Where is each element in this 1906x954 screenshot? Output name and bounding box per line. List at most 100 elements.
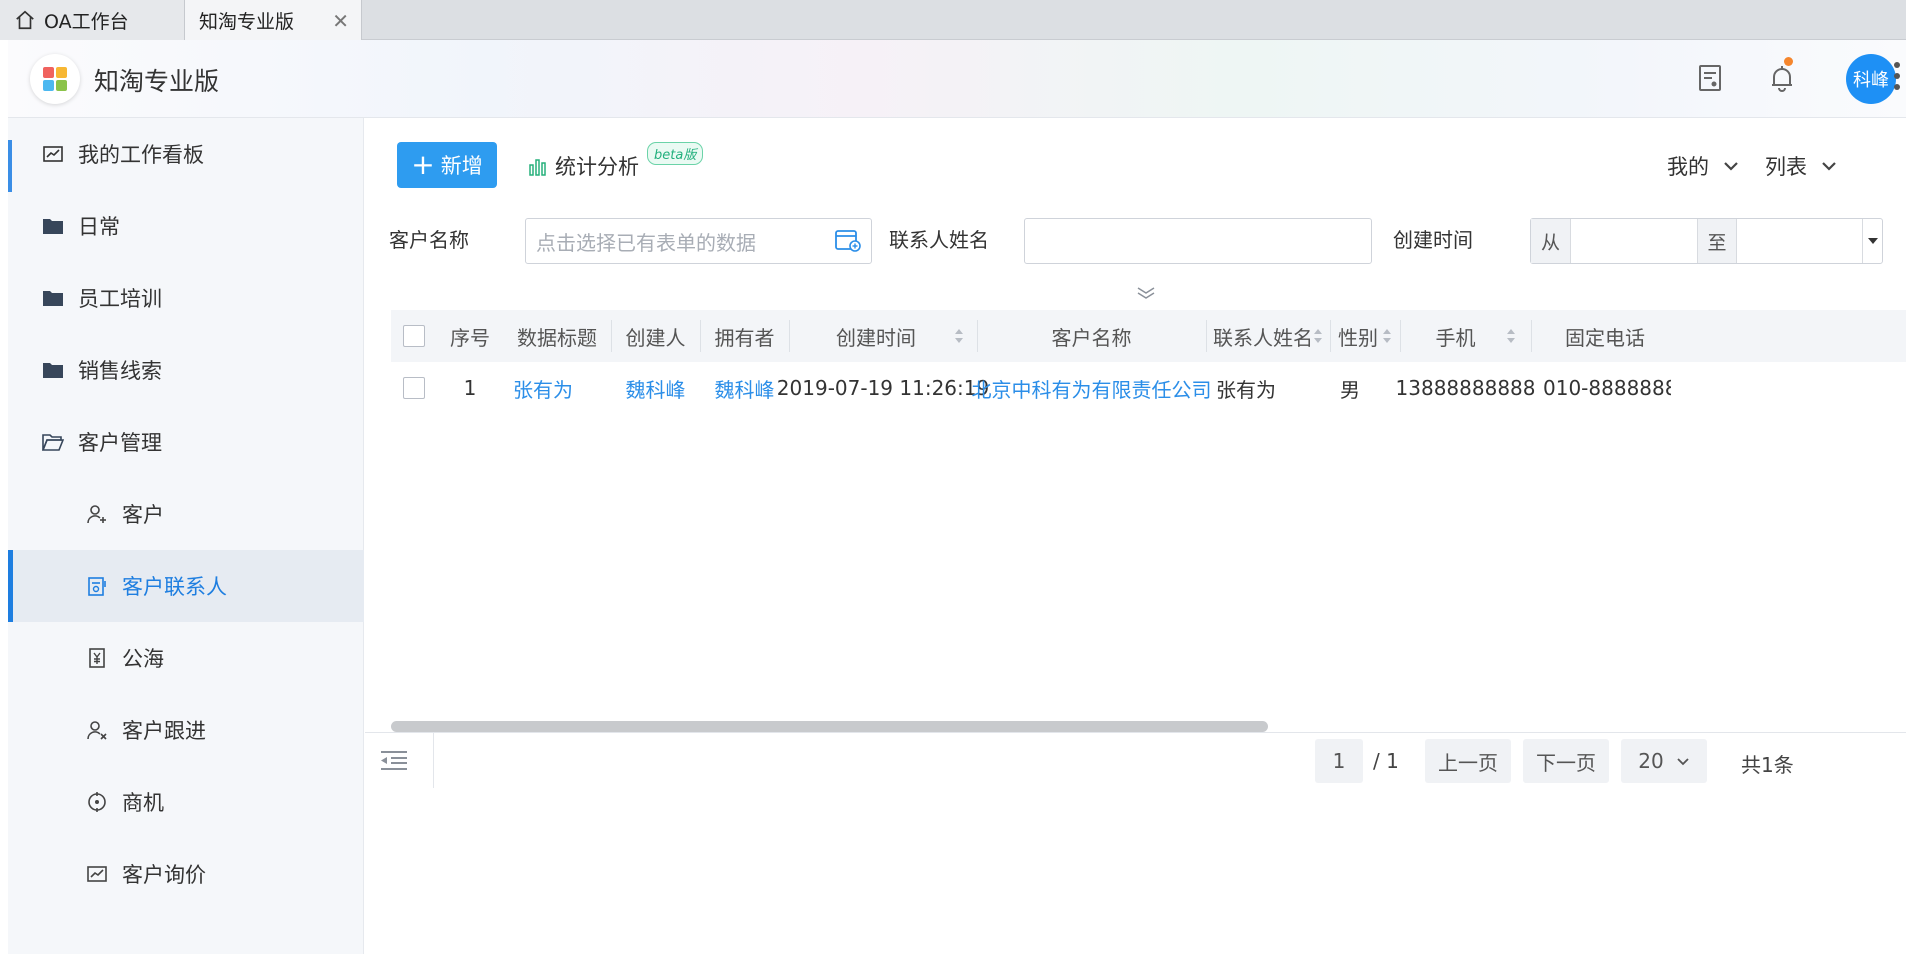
folder-icon [43, 363, 63, 378]
expand-filters-icon[interactable] [1135, 286, 1157, 300]
cell-landline: 010-8888888 [1543, 376, 1671, 400]
target-icon [88, 792, 106, 812]
prev-page-button[interactable]: 上一页 [1425, 739, 1511, 783]
contact-name-filter-label: 联系人姓名 [889, 228, 989, 252]
sidebar-item-opportunity[interactable]: 商机 [8, 766, 364, 838]
more-menu-icon[interactable] [1894, 62, 1902, 98]
sidebar-item-label: 销售线索 [78, 359, 162, 383]
app-title: 知淘专业版 [94, 67, 220, 96]
cell-title-link[interactable]: 张有为 [503, 362, 611, 414]
sort-icon[interactable] [1506, 328, 1516, 344]
user-avatar[interactable]: 科峰 [1846, 54, 1896, 104]
trend-chart-icon [87, 866, 107, 882]
column-header-created-time-label: 创建时间 [836, 325, 916, 350]
footer-blank-area [365, 788, 1906, 954]
approval-doc-icon[interactable] [1692, 60, 1728, 96]
cell-customer-name-link[interactable]: 北京中科有为有限责任公司 [972, 362, 1212, 414]
select-all-cell [391, 310, 437, 362]
sidebar-item-daily[interactable]: 日常 [8, 190, 364, 262]
sort-icon[interactable] [954, 328, 964, 344]
column-header-mobile[interactable]: 手机 [1400, 310, 1531, 362]
select-all-checkbox[interactable] [403, 325, 425, 347]
sidebar-item-label: 客户跟进 [122, 719, 206, 743]
sidebar-item-label: 客户管理 [78, 431, 162, 455]
total-pages: / 1 [1373, 749, 1399, 773]
horizontal-scrollbar[interactable] [391, 721, 1268, 732]
caret-down-icon [1867, 238, 1878, 244]
sidebar-item-follow-up[interactable]: 客户跟进 [8, 694, 364, 766]
table-row[interactable]: 1 张有为 魏科峰 魏科峰 2019-07-19 11:26:19 北京中科有为… [391, 362, 1906, 414]
column-header-owner[interactable]: 拥有者 [700, 310, 789, 362]
pagination-bar: 1 / 1 上一页 下一页 20 共1条 [365, 732, 1906, 789]
column-header-seq: 序号 [450, 325, 490, 350]
sidebar-item-customer-mgmt[interactable]: 客户管理 [8, 406, 364, 478]
customer-name-placeholder: 点击选择已有表单的数据 [536, 230, 756, 255]
tab-zhitao-pro[interactable]: 知淘专业版 ✕ [185, 0, 362, 40]
page-size-select[interactable]: 20 [1621, 739, 1707, 783]
chevron-down-icon [1822, 162, 1836, 171]
footer-divider [433, 733, 434, 789]
column-header-contact-name[interactable]: 联系人姓名 [1206, 310, 1330, 362]
bell-icon[interactable] [1764, 60, 1800, 96]
sidebar-item-label: 公海 [122, 647, 164, 671]
close-tab-icon[interactable]: ✕ [332, 9, 349, 33]
folder-icon [43, 291, 63, 306]
view-mode-dropdown[interactable]: 列表 [1765, 148, 1837, 184]
scope-dropdown-label: 我的 [1667, 155, 1709, 179]
sidebar-item-training[interactable]: 员工培训 [8, 262, 364, 334]
next-page-button[interactable]: 下一页 [1523, 739, 1609, 783]
sidebar-item-public-pool[interactable]: 公海 [8, 622, 364, 694]
column-header-creator[interactable]: 创建人 [611, 310, 700, 362]
row-select-cell [391, 362, 437, 414]
sidebar-item-work-board[interactable]: 我的工作看板 [8, 118, 364, 190]
current-page-input[interactable]: 1 [1315, 739, 1363, 783]
column-header-gender[interactable]: 性别 [1330, 310, 1400, 362]
tab-oa-workbench-label: OA工作台 [44, 10, 129, 33]
tab-zhitao-pro-label: 知淘专业版 [199, 10, 295, 33]
sidebar-item-inquiry[interactable]: 客户询价 [8, 838, 364, 910]
contact-name-filter-input[interactable] [1024, 218, 1372, 264]
column-header-title[interactable]: 数据标题 [503, 310, 611, 362]
sidebar-item-sales-leads[interactable]: 销售线索 [8, 334, 364, 406]
stats-analysis-link[interactable]: 统计分析 [527, 148, 639, 184]
column-header-landline[interactable]: 固定电话 [1531, 310, 1671, 362]
sort-icon[interactable] [1382, 328, 1392, 344]
app-logo [30, 54, 80, 104]
cell-created-time: 2019-07-19 11:26:19 [776, 376, 990, 400]
sidebar-item-label: 商机 [122, 791, 164, 815]
cell-creator-link[interactable]: 魏科峰 [611, 362, 700, 414]
add-button[interactable]: + 新增 [397, 142, 497, 188]
sidebar-item-customer-contacts[interactable]: 客户联系人 [8, 550, 364, 622]
scope-dropdown[interactable]: 我的 [1667, 148, 1739, 184]
tab-oa-workbench[interactable]: OA工作台 [0, 0, 185, 40]
view-mode-label: 列表 [1765, 155, 1807, 179]
date-to-input[interactable] [1737, 219, 1862, 263]
chevron-down-icon [1677, 757, 1689, 765]
sort-icon[interactable] [1313, 328, 1323, 344]
sidebar-item-customer[interactable]: 客户 [8, 478, 364, 550]
cell-mobile: 13888888888 [1395, 376, 1536, 400]
date-range-dropdown[interactable] [1862, 219, 1882, 263]
date-from-input[interactable] [1571, 219, 1697, 263]
created-time-range: 从 至 [1530, 218, 1883, 264]
contact-card-icon [88, 577, 106, 596]
collapse-sidebar-icon[interactable] [379, 749, 409, 771]
sidebar-item-label: 客户询价 [122, 863, 206, 887]
column-header-customer-name[interactable]: 客户名称 [977, 310, 1206, 362]
cell-contact-name: 张有为 [1216, 377, 1276, 402]
row-checkbox[interactable] [403, 377, 425, 399]
sidebar: 我的工作看板 日常 员工培训 销售线索 客户管理 客户 客户联系人 公海 客户跟… [8, 118, 364, 954]
add-button-label: 新增 [440, 154, 483, 178]
cell-gender: 男 [1340, 377, 1360, 402]
select-form-data-icon[interactable] [835, 229, 861, 253]
cell-owner-link[interactable]: 魏科峰 [700, 362, 789, 414]
user-plus-icon [87, 505, 106, 524]
table-header: 序号 数据标题 创建人 拥有者 创建时间 客户名称 联系人姓名 性别 手机 固定… [391, 310, 1906, 362]
customer-name-filter-input[interactable]: 点击选择已有表单的数据 [525, 218, 872, 264]
sidebar-item-label: 我的工作看板 [78, 143, 204, 167]
sidebar-item-label: 日常 [78, 215, 120, 239]
column-header-created-time[interactable]: 创建时间 [789, 310, 977, 362]
beta-badge: beta版 [647, 142, 704, 165]
chevron-down-icon [1724, 162, 1738, 171]
sidebar-item-label: 客户 [122, 503, 164, 527]
